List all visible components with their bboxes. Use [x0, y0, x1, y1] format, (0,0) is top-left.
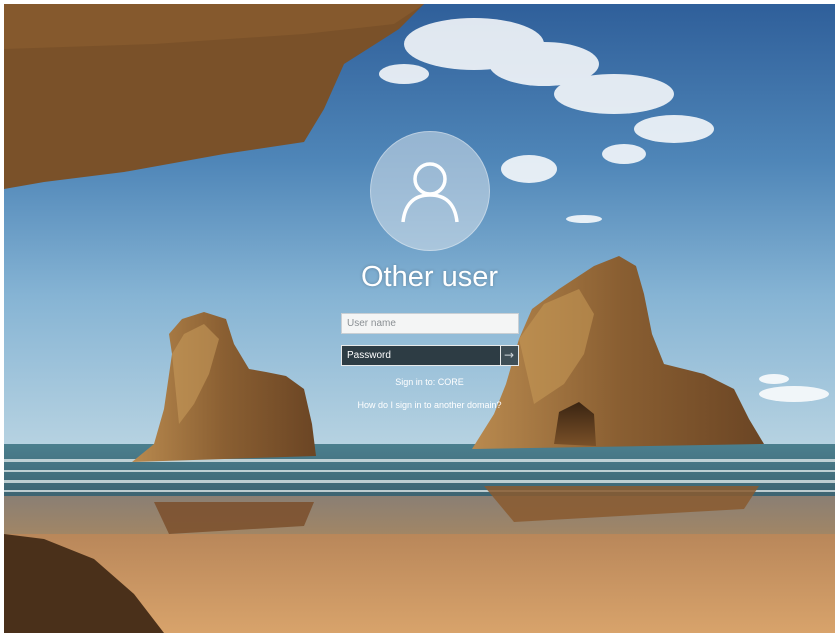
login-panel: Other user → Sign in to: CORE How do I s… — [4, 4, 835, 633]
sign-in-domain-label: Sign in to: CORE — [395, 377, 464, 387]
sign-in-submit-button[interactable]: → — [501, 345, 519, 366]
photo-frame: Other user → Sign in to: CORE How do I s… — [0, 0, 839, 637]
password-field[interactable] — [341, 345, 501, 366]
user-silhouette-icon — [401, 162, 459, 223]
username-field[interactable] — [341, 313, 519, 334]
arrow-right-icon: → — [504, 348, 515, 362]
account-name: Other user — [361, 261, 498, 293]
user-avatar — [370, 131, 490, 251]
lock-screen-background: Other user → Sign in to: CORE How do I s… — [4, 4, 835, 633]
other-domain-link[interactable]: How do I sign in to another domain? — [4, 400, 835, 410]
